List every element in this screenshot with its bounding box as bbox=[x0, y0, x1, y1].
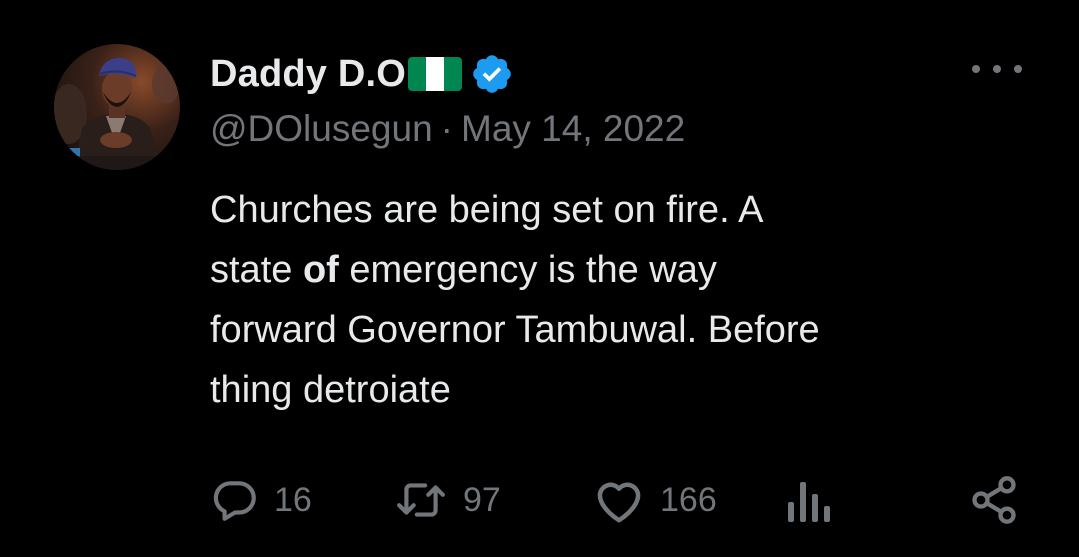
tweet-text: Churches are being set on fire. A state … bbox=[210, 180, 1030, 420]
reply-count: 16 bbox=[274, 480, 312, 519]
like-count: 166 bbox=[660, 480, 717, 519]
tweet-meta: @DOlusegun · May 14, 2022 bbox=[210, 108, 685, 150]
meta-separator: · bbox=[440, 108, 453, 149]
display-name[interactable]: Daddy D.O bbox=[210, 53, 406, 96]
nigeria-flag-icon bbox=[408, 57, 463, 91]
action-bar: 16 97 166 bbox=[0, 470, 1079, 530]
tweet-text-line: thing detroiate bbox=[210, 369, 451, 411]
tweet-text-segment: state bbox=[210, 249, 303, 291]
share-button[interactable] bbox=[968, 470, 1020, 530]
verified-badge-icon[interactable] bbox=[470, 52, 514, 96]
tweet-text-bold: of bbox=[302, 249, 339, 291]
author-handle[interactable]: @DOlusegun bbox=[210, 108, 433, 149]
tweet-text-line: state of emergency is the way bbox=[210, 240, 1030, 300]
tweet-text-segment: emergency is the way bbox=[338, 249, 717, 291]
retweet-count: 97 bbox=[463, 480, 501, 519]
tweet-text-line: forward Governor Tambuwal. Before bbox=[210, 309, 820, 351]
heart-icon bbox=[592, 475, 646, 525]
retweet-icon bbox=[393, 475, 449, 525]
tweet: Daddy D.O @DOlusegun · May 14, 2022 Church… bbox=[0, 0, 1079, 557]
reply-button[interactable]: 16 bbox=[210, 470, 312, 530]
avatar[interactable] bbox=[54, 44, 180, 170]
retweet-button[interactable]: 97 bbox=[393, 470, 501, 530]
like-button[interactable]: 166 bbox=[592, 470, 717, 530]
tweet-date[interactable]: May 14, 2022 bbox=[461, 108, 685, 149]
views-button[interactable] bbox=[786, 470, 830, 530]
tweet-text-line: Churches are being set on fire. A bbox=[210, 189, 764, 231]
share-icon bbox=[968, 474, 1020, 526]
more-options-icon[interactable] bbox=[972, 54, 1022, 84]
analytics-icon bbox=[786, 475, 830, 525]
reply-icon bbox=[210, 475, 260, 525]
author-header: Daddy D.O bbox=[210, 46, 514, 102]
